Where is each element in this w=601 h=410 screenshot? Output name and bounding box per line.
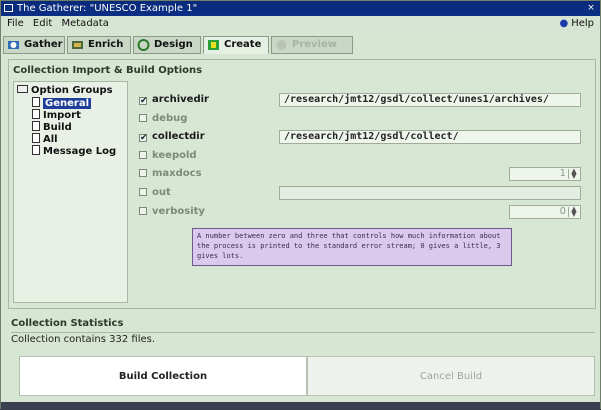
option-verbosity[interactable]: verbosity	[139, 205, 205, 219]
create-icon	[208, 40, 219, 50]
option-label: keepold	[152, 150, 197, 161]
option-label: archivedir	[152, 94, 209, 105]
spinner-arrows-icon[interactable]: ▲ ▼	[568, 168, 579, 180]
checkbox-checked-icon[interactable]: ✔	[139, 97, 148, 106]
spinner-arrows-icon[interactable]: ▲ ▼	[568, 206, 579, 218]
menu-edit[interactable]: Edit	[33, 16, 52, 32]
option-label: collectdir	[152, 131, 205, 142]
tab-gather-label: Gather	[24, 39, 63, 50]
option-debug[interactable]: debug	[139, 112, 187, 126]
option-keepold[interactable]: keepold	[139, 149, 197, 163]
tree-item-label: Message Log	[43, 146, 117, 157]
verbosity-tooltip: A number between zero and three that con…	[192, 228, 512, 266]
spinner-value: 1	[559, 168, 566, 179]
window-icon[interactable]	[4, 4, 13, 12]
option-out[interactable]: out	[139, 186, 171, 200]
gather-icon	[8, 41, 19, 49]
tree-item-message-log[interactable]: Message Log	[32, 145, 116, 157]
menu-help-label: Help	[571, 18, 594, 29]
design-icon	[137, 39, 150, 51]
gatherer-window: The Gatherer: "UNESCO Example 1" × File …	[0, 0, 601, 410]
stats-text: Collection contains 332 files.	[11, 334, 156, 345]
option-archivedir[interactable]: ✔ archivedir	[139, 93, 209, 107]
enrich-icon	[72, 41, 83, 49]
checkbox-icon[interactable]	[139, 151, 147, 159]
cancel-build-button: Cancel Build	[307, 356, 595, 396]
menu-metadata[interactable]: Metadata	[61, 16, 108, 32]
tab-enrich-label: Enrich	[88, 39, 124, 50]
section-title: Collection Import & Build Options	[13, 65, 203, 76]
option-label: verbosity	[152, 206, 205, 217]
checkbox-icon[interactable]	[139, 188, 147, 196]
collectdir-field[interactable]: /research/jmt12/gsdl/collect/	[279, 130, 581, 144]
option-label: out	[152, 187, 171, 198]
tab-bar: Gather Enrich Design Create Preview	[1, 34, 600, 56]
tree-root-label: Option Groups	[31, 85, 113, 96]
option-label: debug	[152, 113, 188, 124]
tab-preview-label: Preview	[292, 39, 338, 50]
tree-item-label: General	[43, 98, 91, 109]
document-icon	[32, 97, 40, 107]
verbosity-spinner[interactable]: 0 ▲ ▼	[509, 205, 581, 219]
tree-root[interactable]: Option Groups	[17, 85, 113, 97]
checkbox-icon[interactable]	[139, 114, 147, 122]
spinner-value: 0	[559, 206, 566, 217]
option-maxdocs[interactable]: maxdocs	[139, 167, 202, 181]
document-icon	[32, 109, 40, 119]
tree-item-build[interactable]: Build	[32, 121, 72, 133]
checkbox-icon[interactable]	[139, 169, 147, 177]
preview-icon	[276, 40, 287, 50]
tab-preview: Preview	[271, 36, 353, 54]
tab-design[interactable]: Design	[133, 36, 201, 54]
window-title: The Gatherer: "UNESCO Example 1"	[17, 3, 198, 14]
help-icon: ●	[559, 18, 569, 29]
document-icon	[32, 121, 40, 131]
tab-create-label: Create	[224, 39, 262, 50]
tree-item-general[interactable]: General	[32, 97, 91, 109]
menu-help[interactable]: ● Help	[559, 16, 594, 32]
title-bar: The Gatherer: "UNESCO Example 1" ×	[1, 1, 600, 16]
tree-item-label: All	[43, 134, 58, 145]
out-field[interactable]	[279, 186, 581, 200]
close-icon[interactable]: ×	[586, 3, 596, 13]
tree-item-label: Import	[43, 110, 81, 121]
archivedir-field[interactable]: /research/jmt12/gsdl/collect/unes1/archi…	[279, 93, 581, 107]
tab-enrich[interactable]: Enrich	[67, 36, 131, 54]
checkbox-icon[interactable]	[139, 207, 147, 215]
tree-item-all[interactable]: All	[32, 133, 58, 145]
tree-item-label: Build	[43, 122, 72, 133]
options-list: ✔ archivedir /research/jmt12/gsdl/collect…	[139, 81, 591, 303]
tab-create[interactable]: Create	[203, 36, 269, 54]
build-collection-button[interactable]: Build Collection	[19, 356, 307, 396]
tree-item-import[interactable]: Import	[32, 109, 81, 121]
option-label: maxdocs	[152, 168, 202, 179]
maxdocs-spinner[interactable]: 1 ▲ ▼	[509, 167, 581, 181]
menu-file[interactable]: File	[7, 16, 24, 32]
tab-design-label: Design	[154, 39, 193, 50]
checkbox-checked-icon[interactable]: ✔	[139, 134, 148, 143]
option-groups-tree: Option Groups General Import Build All M…	[13, 81, 128, 303]
document-icon	[32, 145, 40, 155]
stats-title: Collection Statistics	[11, 318, 124, 329]
stats-divider	[11, 332, 595, 333]
menu-bar: File Edit Metadata ● Help	[1, 16, 600, 32]
option-collectdir[interactable]: ✔ collectdir	[139, 130, 205, 144]
folder-icon	[17, 85, 28, 93]
tab-gather[interactable]: Gather	[3, 36, 65, 54]
document-icon	[32, 133, 40, 143]
